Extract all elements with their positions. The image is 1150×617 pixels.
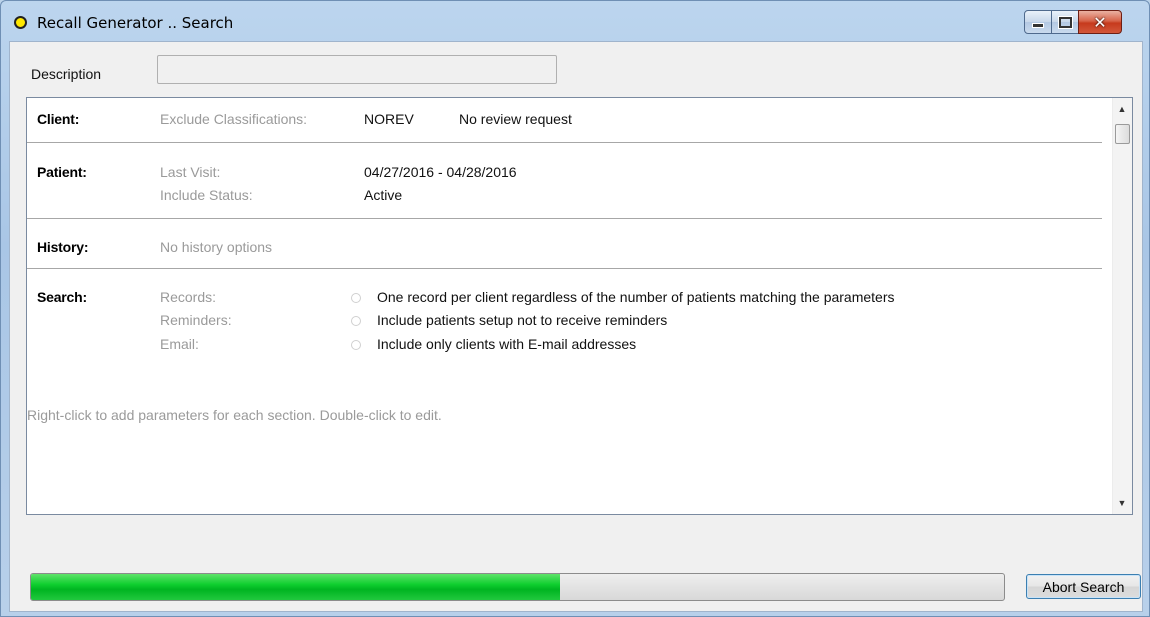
- search-parameters-panel[interactable]: Client: Exclude Classifications: NOREV N…: [26, 97, 1133, 515]
- scroll-thumb[interactable]: [1115, 124, 1130, 144]
- last-visit-value: 04/27/2016 - 04/28/2016: [364, 164, 517, 180]
- title-bar[interactable]: Recall Generator .. Search ✕: [1, 1, 1149, 41]
- records-radio[interactable]: [351, 293, 361, 303]
- search-progress-bar: [30, 573, 1005, 601]
- records-value: One record per client regardless of the …: [377, 289, 895, 305]
- section-divider: [27, 218, 1102, 219]
- minimize-icon: [1032, 23, 1044, 28]
- close-button[interactable]: ✕: [1078, 10, 1122, 34]
- recall-generator-window: Recall Generator .. Search ✕ Description…: [0, 0, 1150, 617]
- email-label: Email:: [160, 336, 199, 352]
- maximize-icon: [1058, 16, 1072, 28]
- vertical-scrollbar[interactable]: ▲ ▼: [1112, 98, 1132, 514]
- abort-search-button[interactable]: Abort Search: [1026, 574, 1141, 599]
- history-section-title: History:: [37, 239, 89, 255]
- maximize-button[interactable]: [1051, 10, 1079, 34]
- window-title: Recall Generator .. Search: [37, 14, 234, 32]
- section-divider: [27, 142, 1102, 143]
- reminders-value: Include patients setup not to receive re…: [377, 312, 668, 328]
- patient-section-title: Patient:: [37, 164, 87, 180]
- reminders-label: Reminders:: [160, 312, 232, 328]
- classification-description: No review request: [459, 111, 572, 127]
- classification-code: NOREV: [364, 111, 414, 127]
- last-visit-label: Last Visit:: [160, 164, 221, 180]
- email-value: Include only clients with E-mail address…: [377, 336, 637, 352]
- close-icon: ✕: [1093, 12, 1107, 32]
- window-content: Description Client: Exclude Classificati…: [9, 41, 1143, 612]
- include-status-value: Active: [364, 187, 403, 203]
- section-divider: [27, 268, 1102, 269]
- email-radio[interactable]: [351, 340, 361, 350]
- scroll-down-icon[interactable]: ▼: [1117, 498, 1127, 508]
- include-status-label: Include Status:: [160, 187, 253, 203]
- client-section-title: Client:: [37, 111, 80, 127]
- description-input[interactable]: [157, 55, 557, 84]
- progress-fill: [31, 574, 561, 600]
- reminders-radio[interactable]: [351, 316, 361, 326]
- help-hint-text: Right-click to add parameters for each s…: [27, 407, 442, 423]
- minimize-button[interactable]: [1024, 10, 1052, 34]
- search-section-title: Search:: [37, 289, 87, 305]
- exclude-classifications-label: Exclude Classifications:: [160, 111, 308, 127]
- records-label: Records:: [160, 289, 217, 305]
- scroll-up-icon[interactable]: ▲: [1117, 104, 1127, 114]
- description-label: Description: [31, 66, 102, 82]
- status-circle-icon: [14, 16, 27, 29]
- history-options-text: No history options: [160, 239, 273, 255]
